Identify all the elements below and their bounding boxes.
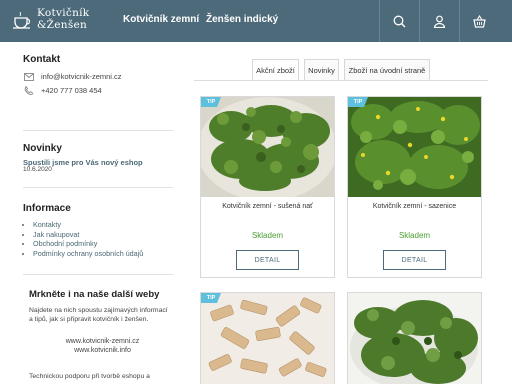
site-logo[interactable]: Kotvičník &Ženšen [12,5,112,37]
product-card[interactable]: TIP Kotvičník zemní - sazenice Skladem D… [347,96,482,278]
contact-heading: Kontakt [23,54,61,65]
search-button[interactable] [379,0,419,42]
tab-novinky[interactable]: Novinky [304,59,339,81]
product-name[interactable]: Kotvičník zemní - sazenice [348,203,481,210]
tab-uvodni-strana[interactable]: Zboží na úvodní straně [344,59,430,81]
email-text: info@kotvicnik-zemni.cz [41,72,122,81]
stock-status: Skladem [251,231,284,240]
support-text: Technickou podporu při tvorbě eshopu a [29,373,150,380]
logo-text: Kotvičník &Ženšen [37,7,89,31]
product-card[interactable] [347,292,482,384]
logo-line-1: Kotvičník [37,7,90,19]
tabs-underline [194,80,488,81]
contact-phone[interactable]: +420 777 038 454 [24,86,102,95]
web-link-kotvicnik-zemni[interactable]: www.kotvicnik-zemni.cz [29,338,176,345]
nav-kotvicnik[interactable]: Kotvičník zemní [123,14,199,25]
detail-button[interactable]: DETAIL [236,250,299,270]
contact-email[interactable]: info@kotvicnik-zemni.cz [24,72,122,81]
product-image[interactable] [201,293,334,384]
stock-status: Skladem [398,231,431,240]
info-link-kontakty[interactable]: Kontakty [33,220,143,230]
news-date: 10.6.2020 [23,166,52,173]
news-heading: Novinky [23,143,62,154]
tab-akcni-zbozi[interactable]: Akční zboží [252,59,299,81]
sidebar-divider [23,274,173,275]
nav-zensen[interactable]: Ženšen indický [206,14,278,25]
product-name[interactable]: Kotvičník zemní - sušená nať [201,203,334,210]
search-icon [393,15,406,27]
info-heading: Informace [23,203,71,214]
logo-line-2: &Ženšen [37,19,88,31]
product-image[interactable] [201,97,334,197]
info-link-jak-nakupovat[interactable]: Jak nakupovat [33,230,143,240]
user-icon [433,15,446,28]
info-link-ochrana-udaju[interactable]: Podmínky ochrany osobních údajů [33,249,143,259]
info-links: Kontakty Jak nakupovat Obchodní podmínky… [33,220,143,259]
sidebar-divider [23,130,173,131]
teacup-icon [13,12,31,29]
other-webs-text: Najdete na nich spoustu zajímavých infor… [29,307,168,324]
phone-icon [24,86,34,95]
web-link-kotvicnik-info[interactable]: www.kotvicnik.info [29,347,176,354]
envelope-icon [24,72,34,81]
sidebar-divider [23,187,173,188]
detail-button[interactable]: DETAIL [383,250,446,270]
other-webs-heading: Mrkněte i na naše další weby [29,289,160,300]
product-card[interactable]: TIP [200,292,335,384]
product-card[interactable]: TIP Kotvičník zemní - sušená nať Skladem… [200,96,335,278]
product-image[interactable] [348,293,481,384]
phone-text: +420 777 038 454 [41,86,102,95]
site-header: Kotvičník &Ženšen Kotvičník zemní Ženšen… [0,0,512,42]
product-image[interactable] [348,97,481,197]
basket-icon [473,14,486,28]
cart-button[interactable] [459,0,499,42]
info-link-obchodni-podminky[interactable]: Obchodní podmínky [33,239,143,249]
account-button[interactable] [419,0,459,42]
